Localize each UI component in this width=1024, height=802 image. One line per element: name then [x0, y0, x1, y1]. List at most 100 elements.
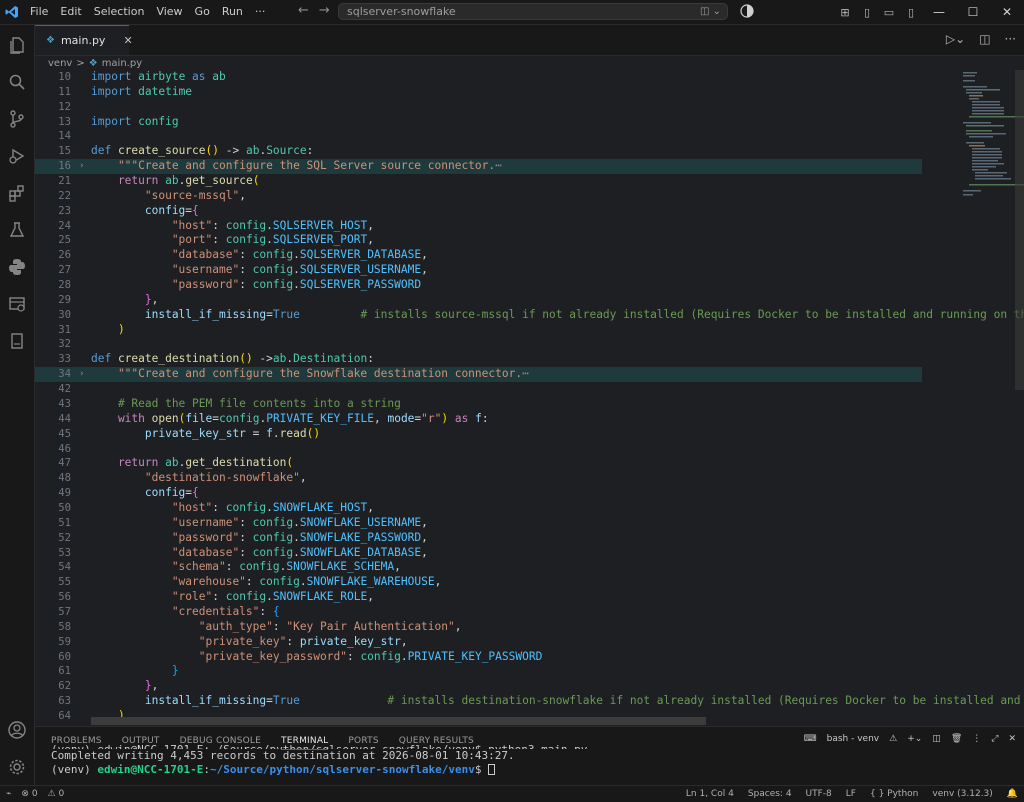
indentation[interactable]: Spaces: 4 — [748, 789, 792, 799]
menu-view[interactable]: View — [150, 0, 188, 24]
remote-explorer-icon[interactable] — [0, 289, 34, 319]
notebook-icon[interactable] — [0, 326, 34, 356]
copilot-icon[interactable]: ◫ ⌄ — [700, 4, 721, 19]
minimize-icon[interactable]: — — [922, 5, 956, 19]
split-editor-icon[interactable]: ◫ — [979, 32, 990, 46]
explorer-files-icon[interactable] — [0, 30, 34, 60]
code-line[interactable]: 31 ) — [35, 323, 922, 338]
code-line[interactable]: 59 "private_key": private_key_str, — [35, 635, 922, 650]
maximize-icon[interactable]: ☐ — [956, 5, 990, 19]
horizontal-scrollbar[interactable] — [91, 717, 706, 725]
code-line[interactable]: 23 config={ — [35, 204, 922, 219]
code-line[interactable]: 32 — [35, 337, 922, 352]
more-icon[interactable]: ⋮ — [972, 734, 981, 744]
code-line[interactable]: 34 › """Create and configure the Snowflak… — [35, 367, 922, 383]
toggle-panel-icon[interactable]: ▭ — [878, 6, 900, 19]
code-line[interactable]: 61 } — [35, 664, 922, 679]
layout-customize-icon[interactable]: ⊞ — [834, 6, 856, 19]
language-mode[interactable]: { } Python — [870, 789, 918, 799]
code-line[interactable]: 43 # Read the PEM file contents into a s… — [35, 397, 922, 412]
errors-count[interactable]: ⊗ 0 — [21, 789, 37, 799]
code-line[interactable]: 57 "credentials": { — [35, 605, 922, 620]
accounts-pie-icon[interactable] — [740, 4, 754, 21]
code-line[interactable]: 56 "role": config.SNOWFLAKE_ROLE, — [35, 590, 922, 605]
code-line[interactable]: 51 "username": config.SNOWFLAKE_USERNAME… — [35, 516, 922, 531]
back-arrow-icon[interactable]: ← — [298, 3, 309, 18]
code-line[interactable]: 52 "password": config.SNOWFLAKE_PASSWORD… — [35, 531, 922, 546]
python-interpreter[interactable]: venv (3.12.3) — [932, 789, 992, 799]
code-line[interactable]: 55 "warehouse": config.SNOWFLAKE_WAREHOU… — [35, 575, 922, 590]
close-tab-icon[interactable]: ✕ — [123, 34, 132, 47]
code-line[interactable]: 49 config={ — [35, 486, 922, 501]
terminal-name[interactable]: bash - venv — [827, 734, 879, 744]
code-line[interactable]: 10 import airbyte as ab — [35, 70, 922, 85]
code-line[interactable]: 33 def create_destination() ->ab.Destinat… — [35, 352, 922, 367]
close-window-icon[interactable]: ✕ — [990, 5, 1024, 19]
code-editor[interactable]: 10 import airbyte as ab 11 import datetime 1… — [35, 70, 1024, 726]
code-line[interactable]: 26 "database": config.SQLSERVER_DATABASE… — [35, 248, 922, 263]
python-icon[interactable] — [0, 252, 34, 282]
account-icon[interactable] — [0, 715, 34, 745]
minimap[interactable] — [957, 70, 1024, 200]
maximize-panel-icon[interactable]: ⤢ — [991, 734, 998, 744]
code-line[interactable]: 15 def create_source() -> ab.Source: — [35, 144, 922, 159]
trash-icon[interactable]: 🗑 — [951, 734, 962, 744]
code-line[interactable]: 13 import config — [35, 115, 922, 130]
code-line[interactable]: 30 install_if_missing=True # installs so… — [35, 308, 1024, 323]
code-line[interactable]: 28 "password": config.SQLSERVER_PASSWORD — [35, 278, 922, 293]
new-terminal-icon[interactable]: +⌄ — [907, 734, 922, 744]
terminal-output[interactable]: (venv) edwin@NCC-1701-E:~/Source/python/… — [51, 743, 587, 776]
run-python-file-icon[interactable]: ▷⌄ — [946, 32, 965, 46]
remote-indicator-icon[interactable]: ⌁ — [6, 789, 11, 799]
code-line[interactable]: 11 import datetime — [35, 85, 922, 100]
code-line[interactable]: 14 — [35, 129, 922, 144]
code-line[interactable]: 46 — [35, 442, 922, 457]
tab-main-py[interactable]: ❖ main.py ✕ — [35, 25, 133, 55]
menu-more[interactable]: ··· — [249, 0, 272, 24]
toggle-sidebar-icon[interactable]: ▯ — [856, 6, 878, 19]
code-line[interactable]: 50 "host": config.SNOWFLAKE_HOST, — [35, 501, 922, 516]
menu-file[interactable]: File — [24, 0, 54, 24]
search-icon[interactable] — [0, 67, 34, 97]
warnings-count[interactable]: ⚠ 0 — [48, 789, 65, 799]
more-actions-icon[interactable]: ··· — [1005, 32, 1016, 46]
encoding[interactable]: UTF-8 — [806, 789, 832, 799]
code-line[interactable]: 54 "schema": config.SNOWFLAKE_SCHEMA, — [35, 560, 922, 575]
code-line[interactable]: 12 — [35, 100, 922, 115]
settings-gear-icon[interactable] — [0, 752, 34, 782]
line-ending[interactable]: LF — [846, 789, 856, 799]
code-line[interactable]: 60 "private_key_password": config.PRIVAT… — [35, 650, 922, 665]
menu-edit[interactable]: Edit — [54, 0, 87, 24]
fold-chevron-icon[interactable]: › — [79, 367, 84, 382]
code-line[interactable]: 44 with open(file=config.PRIVATE_KEY_FIL… — [35, 412, 922, 427]
source-control-icon[interactable] — [0, 104, 34, 134]
command-center-search[interactable]: sqlserver-snowflake ◫ ⌄ — [338, 3, 728, 20]
close-panel-icon[interactable]: ✕ — [1008, 734, 1016, 744]
code-line[interactable]: 22 "source-mssql", — [35, 189, 922, 204]
vertical-scrollbar[interactable] — [1015, 70, 1024, 390]
testing-flask-icon[interactable] — [0, 215, 34, 245]
fold-chevron-icon[interactable]: › — [79, 159, 84, 174]
code-line[interactable]: 58 "auth_type": "Key Pair Authentication… — [35, 620, 922, 635]
split-terminal-icon[interactable]: ◫ — [932, 734, 941, 744]
code-line[interactable]: 63 install_if_missing=True # installs de… — [35, 694, 1020, 709]
code-line[interactable]: 27 "username": config.SQLSERVER_USERNAME… — [35, 263, 922, 278]
code-line[interactable]: 53 "database": config.SNOWFLAKE_DATABASE… — [35, 546, 922, 561]
notifications-bell-icon[interactable]: 🔔 — [1007, 789, 1018, 799]
run-debug-icon[interactable] — [0, 141, 34, 171]
toggle-secondary-sidebar-icon[interactable]: ▯ — [900, 6, 922, 19]
breadcrumb-file[interactable]: main.py — [102, 58, 142, 69]
cursor-position[interactable]: Ln 1, Col 4 — [686, 789, 734, 799]
code-line[interactable]: 62 }, — [35, 679, 922, 694]
menu-run[interactable]: Run — [216, 0, 249, 24]
breadcrumb-folder[interactable]: venv — [48, 58, 72, 69]
code-line[interactable]: 16 › """Create and configure the SQL Serv… — [35, 159, 922, 175]
code-line[interactable]: 42 — [35, 382, 922, 397]
code-line[interactable]: 24 "host": config.SQLSERVER_HOST, — [35, 219, 922, 234]
code-line[interactable]: 29 }, — [35, 293, 922, 308]
menu-selection[interactable]: Selection — [88, 0, 151, 24]
code-line[interactable]: 48 "destination-snowflake", — [35, 471, 922, 486]
code-line[interactable]: 25 "port": config.SQLSERVER_PORT, — [35, 233, 922, 248]
extensions-icon[interactable] — [0, 178, 34, 208]
menu-go[interactable]: Go — [189, 0, 216, 24]
